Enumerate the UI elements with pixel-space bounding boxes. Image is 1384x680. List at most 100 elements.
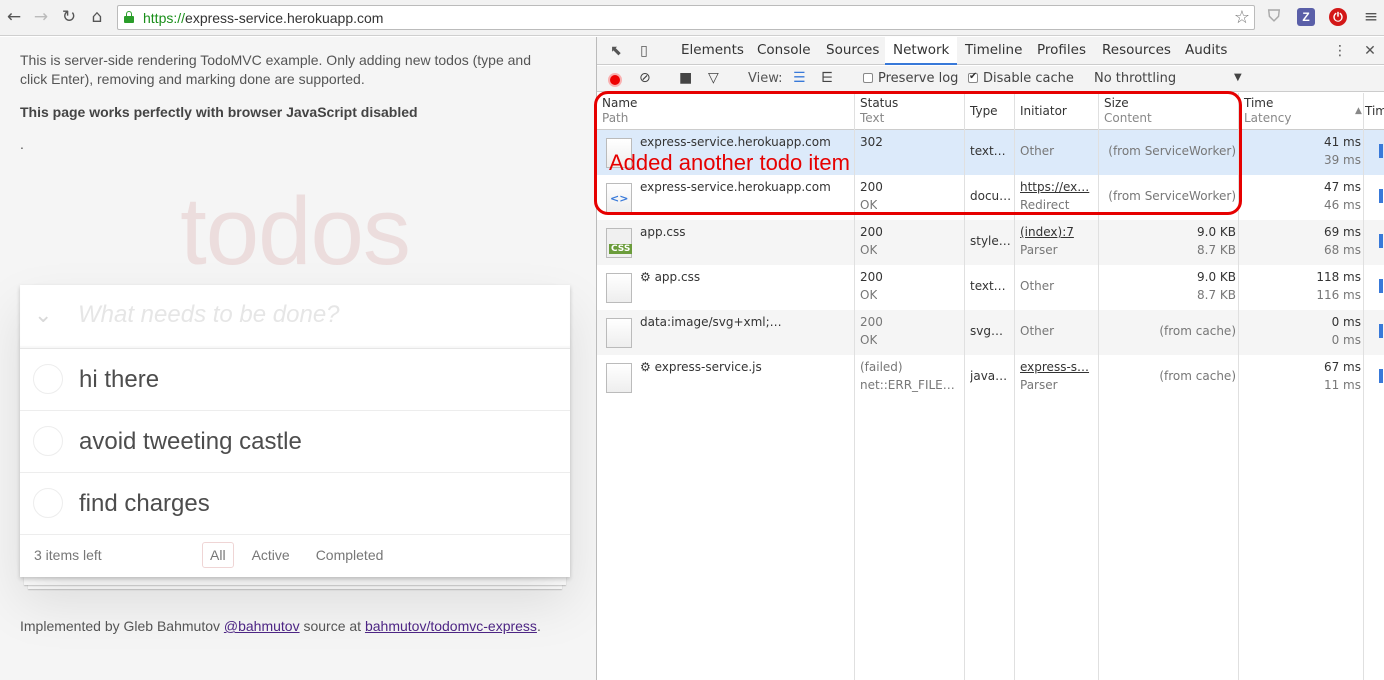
request-name: app.css — [640, 225, 686, 239]
request-name: ⚙ app.css — [640, 270, 701, 284]
stack-shadow — [24, 577, 566, 585]
col-type[interactable]: Type — [970, 104, 998, 119]
col-time[interactable]: Time Latency — [1244, 96, 1291, 126]
filter-all[interactable]: All — [202, 542, 234, 568]
tab-timeline[interactable]: Timeline — [957, 37, 1030, 65]
back-arrow-icon[interactable]: ← — [3, 6, 25, 28]
browser-toolbar: ← → ↻ ⌂ https://express-service.herokuap… — [0, 0, 1384, 36]
disable-cache-checkbox[interactable]: Disable cache — [968, 71, 1074, 86]
request-row[interactable]: data:image/svg+xml;… 200 OK svg… Other (… — [597, 310, 1384, 355]
camera-icon[interactable]: ■ — [679, 70, 692, 86]
overview-icon[interactable]: ⋿ — [821, 70, 833, 86]
request-initiator-link[interactable]: https://ex… — [1020, 178, 1098, 196]
credits-middle: source at — [299, 618, 365, 634]
request-latency: 116 ms — [1316, 288, 1361, 302]
request-status: 200 — [860, 315, 883, 329]
column-divider[interactable] — [1014, 93, 1015, 680]
column-divider[interactable] — [1363, 93, 1364, 680]
credits-prefix: Implemented by Gleb Bahmutov — [20, 618, 224, 634]
close-icon[interactable]: ✕ — [1361, 42, 1379, 60]
twitter-link[interactable]: @bahmutov — [224, 618, 300, 634]
request-time: 67 ms — [1323, 360, 1361, 374]
request-time: 118 ms — [1316, 270, 1361, 284]
col-name-label: Name — [602, 96, 638, 110]
request-row[interactable]: CSS app.css 200 OK style… (index):7 Pars… — [597, 220, 1384, 265]
request-initiator: Other — [1020, 324, 1055, 338]
request-status-text: net::ERR_FILE_… — [860, 378, 960, 392]
tab-audits[interactable]: Audits — [1177, 37, 1235, 65]
new-todo-row: ⌄ — [20, 285, 570, 349]
request-initiator-sub: Parser — [1020, 378, 1058, 392]
todo-label[interactable]: avoid tweeting castle — [79, 428, 302, 456]
clear-icon[interactable]: ⊘ — [639, 70, 651, 86]
request-row[interactable]: <> express-service.herokuapp.com 200 OK … — [597, 175, 1384, 220]
request-status: 200 — [860, 180, 883, 194]
tab-resources[interactable]: Resources — [1094, 37, 1179, 65]
col-initiator[interactable]: Initiator — [1020, 104, 1067, 119]
view-label: View: — [748, 71, 783, 86]
device-mode-icon[interactable]: ▯ — [635, 42, 653, 60]
css-file-icon: CSS — [606, 228, 633, 258]
request-size: (from cache) — [1159, 369, 1236, 383]
request-latency: 0 ms — [1331, 333, 1361, 347]
filter-completed[interactable]: Completed — [308, 542, 392, 568]
document-file-icon — [606, 273, 632, 303]
html-file-icon: <> — [606, 183, 632, 213]
request-latency: 68 ms — [1323, 243, 1361, 257]
record-icon[interactable] — [608, 73, 622, 87]
request-status: 200 — [860, 225, 883, 239]
repo-link[interactable]: bahmutov/todomvc-express — [365, 618, 537, 634]
request-initiator-link[interactable]: (index):7 — [1020, 223, 1098, 241]
inspect-element-icon[interactable]: ⬉ — [607, 42, 625, 60]
todo-footer: 3 items left All Active Completed — [20, 535, 570, 577]
tab-network[interactable]: Network — [885, 37, 958, 65]
tab-sources[interactable]: Sources — [818, 37, 887, 65]
shield-extension-icon[interactable]: ⛉ — [1265, 8, 1283, 26]
grid-header: Name Path Status Text Type Initiator Size C… — [597, 93, 1384, 130]
bookmark-star-icon[interactable]: ☆ — [1234, 7, 1250, 28]
adblock-extension-icon[interactable]: ⏻ — [1329, 8, 1347, 26]
zotero-extension-icon[interactable]: Z — [1297, 8, 1315, 26]
request-row[interactable]: ⚙ express-service.js (failed) net::ERR_F… — [597, 355, 1384, 400]
column-divider[interactable] — [854, 93, 855, 680]
request-row[interactable]: ⚙ app.css 200 OK text… Other 9.0 KB 8.7 … — [597, 265, 1384, 310]
address-bar[interactable]: https://express-service.herokuapp.com ☆ — [117, 5, 1255, 30]
column-divider[interactable] — [1098, 93, 1099, 680]
todo-checkbox[interactable] — [33, 488, 63, 518]
column-divider[interactable] — [1238, 93, 1239, 680]
large-rows-icon[interactable]: ☰ — [793, 70, 806, 86]
preserve-log-checkbox[interactable]: Preserve log — [863, 71, 958, 86]
filter-icon[interactable]: ▽ — [708, 70, 719, 86]
request-time: 41 ms — [1323, 135, 1361, 149]
request-initiator: Other — [1020, 279, 1055, 293]
todo-checkbox[interactable] — [33, 426, 63, 456]
timeline-bar — [1379, 324, 1383, 338]
reload-icon[interactable]: ↻ — [58, 6, 80, 28]
request-type: text… — [970, 144, 1006, 158]
chevron-down-icon[interactable]: ⌄ — [34, 303, 52, 328]
column-divider[interactable] — [964, 93, 965, 680]
tab-elements[interactable]: Elements — [673, 37, 752, 65]
col-timeline[interactable]: Tim — [1365, 104, 1384, 119]
tab-profiles[interactable]: Profiles — [1029, 37, 1094, 65]
request-initiator-link[interactable]: express-s… — [1020, 358, 1098, 376]
forward-arrow-icon[interactable]: → — [30, 6, 52, 28]
filter-active[interactable]: Active — [244, 542, 298, 568]
col-size[interactable]: Size Content — [1104, 96, 1152, 126]
menu-icon[interactable]: ≡ — [1360, 6, 1382, 28]
request-size: (from cache) — [1159, 324, 1236, 338]
timeline-bar — [1379, 369, 1383, 383]
home-icon[interactable]: ⌂ — [86, 6, 108, 28]
timeline-bar — [1379, 144, 1383, 158]
url-text: https://express-service.herokuapp.com — [143, 10, 384, 26]
tab-console[interactable]: Console — [749, 37, 819, 65]
col-status[interactable]: Status Text — [860, 96, 898, 126]
throttling-select[interactable]: No throttling ▼ — [1094, 71, 1244, 86]
todo-label[interactable]: find charges — [79, 490, 210, 518]
col-text-label: Text — [860, 111, 885, 125]
more-options-icon[interactable]: ⋮ — [1331, 42, 1349, 60]
todo-checkbox[interactable] — [33, 364, 63, 394]
col-name[interactable]: Name Path — [602, 96, 637, 126]
new-todo-input[interactable] — [78, 301, 548, 329]
todo-label[interactable]: hi there — [79, 366, 159, 394]
